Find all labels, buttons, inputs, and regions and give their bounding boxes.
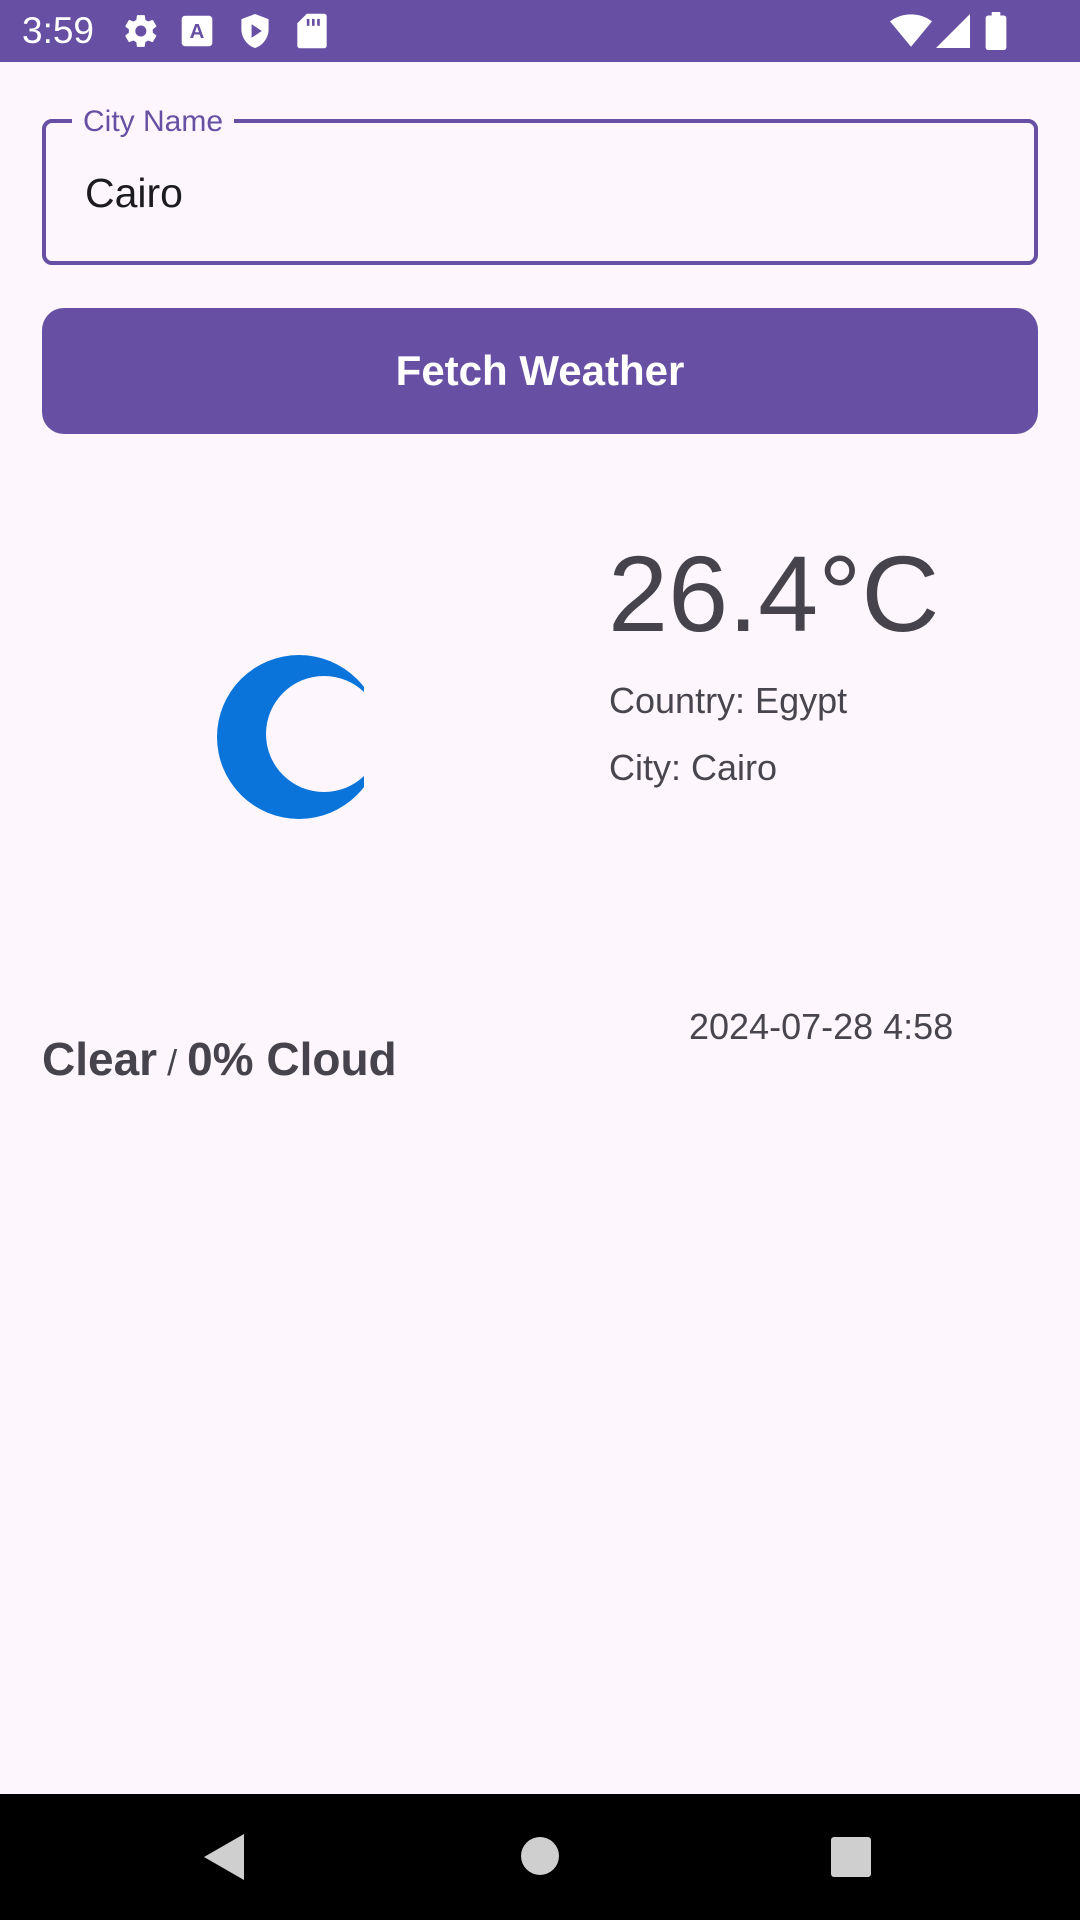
recents-icon[interactable]	[831, 1837, 871, 1877]
fetch-weather-button[interactable]: Fetch Weather	[42, 308, 1038, 434]
cloud-coverage: 0% Cloud	[187, 1033, 397, 1085]
signal-icon	[936, 12, 970, 50]
temperature: 26.4°C	[608, 533, 940, 654]
settings-icon	[122, 12, 160, 50]
play-protect-icon	[238, 12, 272, 50]
city-name-field[interactable]	[42, 119, 1038, 265]
font-icon: A	[180, 12, 214, 50]
status-time: 3:59	[22, 10, 95, 51]
country-label: Country: Egypt	[609, 680, 848, 721]
crescent-moon-icon	[214, 652, 381, 822]
weather-condition: Clear	[42, 1033, 158, 1085]
status-bar: 3:59 A	[0, 0, 1080, 62]
city-name-label: City Name	[72, 104, 235, 140]
wifi-icon	[890, 12, 932, 50]
city-label: City: Cairo	[609, 747, 778, 788]
sd-card-icon	[296, 12, 328, 50]
battery-icon	[984, 12, 1008, 50]
navigation-bar	[0, 1794, 1080, 1920]
svg-text:A: A	[190, 21, 205, 43]
fetch-weather-label: Fetch Weather	[395, 347, 685, 394]
city-name-input[interactable]: Cairo	[85, 168, 183, 218]
weather-datetime: 2024-07-28 4:58	[689, 1006, 954, 1047]
condition-line: Clear/0% Cloud	[42, 1032, 397, 1086]
separator: /	[167, 1042, 178, 1083]
back-icon[interactable]	[204, 1834, 244, 1880]
home-icon[interactable]	[520, 1836, 560, 1876]
